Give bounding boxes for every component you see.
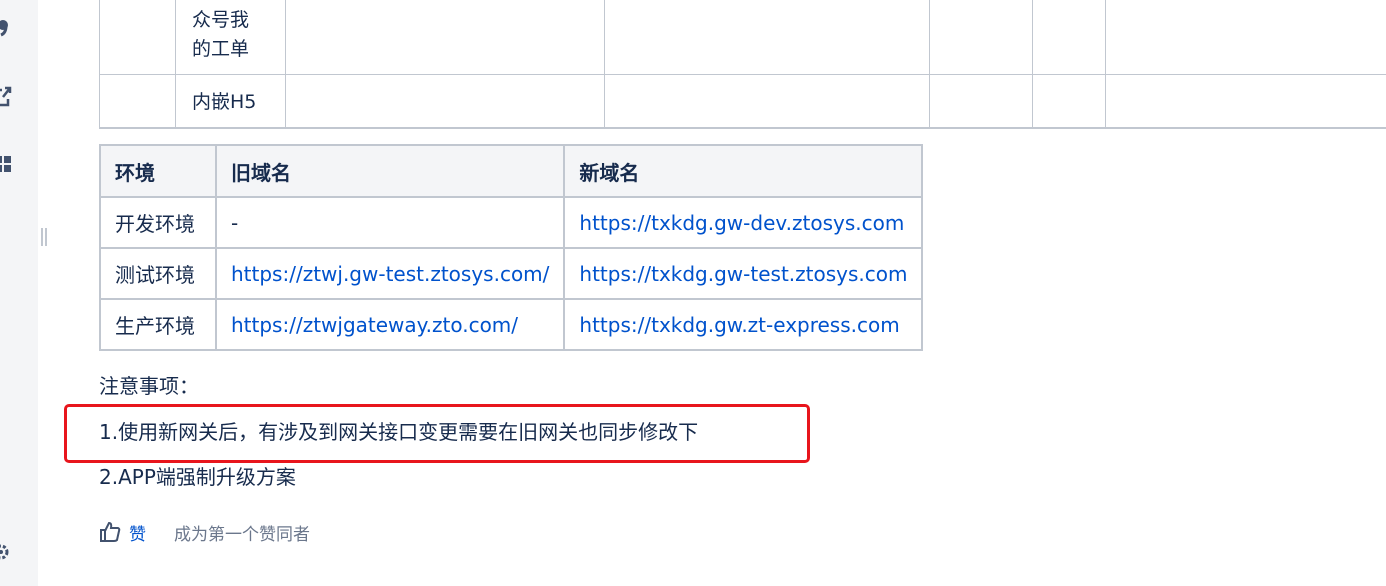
env-cell: 开发环境 [99, 196, 217, 249]
top-table-cell-label: 内嵌H5 [192, 91, 257, 113]
new-domain-link[interactable]: https://txkdg.gw.zt-express.com [579, 313, 899, 337]
old-domain-link[interactable]: https://ztwj.gw-test.ztosys.com/ [231, 262, 549, 286]
column-header-env: 环境 [99, 144, 217, 198]
top-table-cell-label: 众号我 的工单 [192, 9, 250, 60]
old-domain-cell: https://ztwj.gw-test.ztosys.com/ [214, 247, 566, 300]
settings-icon[interactable] [0, 541, 12, 563]
like-button[interactable]: 赞 [129, 520, 146, 545]
table-row: 生产环境 https://ztwjgateway.zto.com/ https:… [99, 298, 924, 351]
sidebar-resize-handle[interactable] [41, 228, 47, 246]
old-domain-cell: - [214, 196, 566, 249]
old-domain-cell: https://ztwjgateway.zto.com/ [214, 298, 566, 351]
new-domain-cell: https://txkdg.gw.zt-express.com [563, 298, 924, 351]
table-row: 测试环境 https://ztwj.gw-test.ztosys.com/ ht… [99, 247, 924, 300]
table-row: 开发环境 - https://txkdg.gw-dev.ztosys.com [99, 196, 924, 249]
domain-table: 环境 旧域名 新域名 开发环境 - https://txkdg.gw-dev.z… [99, 144, 924, 351]
quote-icon[interactable] [0, 16, 12, 38]
thumbs-up-icon[interactable] [99, 521, 121, 543]
left-sidebar [0, 0, 38, 586]
like-hint-text: 成为第一个赞同者 [174, 524, 310, 545]
notes-title: 注意事项： [99, 374, 199, 398]
column-header-old-domain: 旧域名 [214, 144, 566, 198]
red-highlight-box [64, 404, 810, 463]
share-icon[interactable] [0, 84, 12, 107]
apps-icon[interactable] [0, 154, 12, 176]
like-bar: 赞 成为第一个赞同者 [99, 518, 310, 546]
new-domain-link[interactable]: https://txkdg.gw-test.ztosys.com [579, 262, 907, 286]
new-domain-cell: https://txkdg.gw-test.ztosys.com [563, 247, 924, 300]
column-header-new-domain: 新域名 [563, 144, 924, 198]
new-domain-link[interactable]: https://txkdg.gw-dev.ztosys.com [579, 211, 904, 235]
old-domain-link[interactable]: https://ztwjgateway.zto.com/ [231, 313, 518, 337]
env-cell: 测试环境 [99, 247, 217, 300]
top-table: 众号我 的工单 内嵌H5 [99, 0, 1386, 129]
new-domain-cell: https://txkdg.gw-dev.ztosys.com [563, 196, 924, 249]
note-item: 2.APP端强制升级方案 [99, 465, 296, 489]
env-cell: 生产环境 [99, 298, 217, 351]
table-header-row: 环境 旧域名 新域名 [99, 144, 924, 198]
